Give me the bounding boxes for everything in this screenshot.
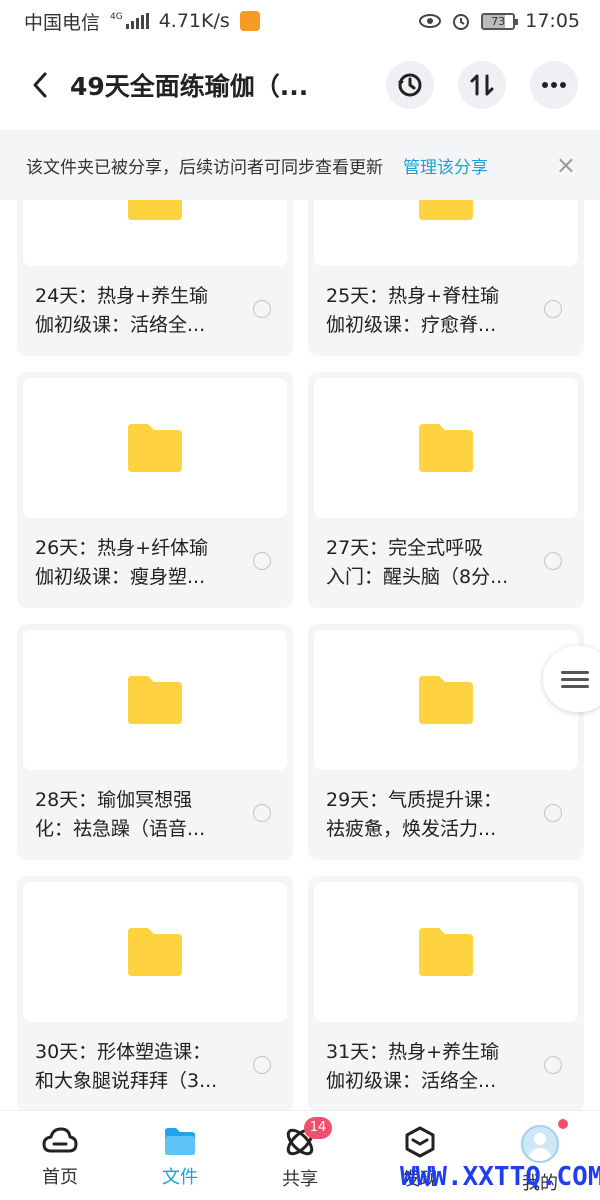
- folder-name: 29天：气质提升课： 祛疲惫，焕发活力...: [326, 789, 503, 840]
- more-icon: [542, 82, 566, 88]
- page-title: 49天全面练瑜伽（...: [70, 72, 309, 101]
- folder-card[interactable]: 27天：完全式呼吸 入门：醒头脑（8分...: [308, 372, 584, 608]
- folder-icon: [165, 1128, 195, 1155]
- folder-name: 25天：热身+脊柱瑜 伽初级课：疗愈脊...: [326, 285, 500, 336]
- manage-share-link[interactable]: 管理该分享: [403, 153, 488, 178]
- side-menu-button[interactable]: [543, 646, 600, 712]
- folder-thumbnail: [23, 630, 287, 770]
- transfer-button[interactable]: [458, 61, 506, 109]
- select-radio[interactable]: [253, 300, 271, 318]
- eye-icon: [419, 14, 442, 28]
- close-icon[interactable]: ×: [556, 151, 576, 179]
- select-radio[interactable]: [253, 804, 271, 822]
- avatar-icon: [521, 1125, 559, 1163]
- transfer-icon: [470, 74, 494, 96]
- nav-files[interactable]: 文件: [120, 1111, 240, 1200]
- folder-icon: [128, 676, 182, 724]
- folder-thumbnail: [314, 630, 578, 770]
- status-bar: 中国电信 4G 4.71K/s 73 17:05: [0, 0, 600, 42]
- folder-grid: 24天：热身+养生瑜 伽初级课：活络全... 25天：热身+脊柱瑜 伽初级课：疗愈脊…: [0, 200, 600, 1110]
- folder-icon: [128, 928, 182, 976]
- alarm-icon: [453, 14, 470, 30]
- app-notification-icon: [239, 11, 260, 31]
- back-arrow-icon: [33, 72, 47, 98]
- notification-dot: [558, 1119, 568, 1129]
- folder-name: 26天：热身+纤体瑜 伽初级课：瘦身塑...: [35, 537, 209, 588]
- signal-icon: 4G: [110, 13, 149, 29]
- nav-share[interactable]: 14 共享: [240, 1111, 360, 1200]
- nav-label: 首页: [42, 1167, 78, 1188]
- more-button[interactable]: [530, 61, 578, 109]
- back-button[interactable]: [22, 67, 58, 103]
- folder-icon: [419, 424, 473, 472]
- hamburger-icon: [561, 667, 589, 692]
- folder-thumbnail: [314, 200, 578, 266]
- notification-badge: 14: [304, 1117, 332, 1139]
- folder-icon: [128, 200, 182, 220]
- folder-icon: [128, 424, 182, 472]
- network-type: 4G: [110, 12, 123, 22]
- select-radio[interactable]: [544, 552, 562, 570]
- folder-name: 28天：瑜伽冥想强 化：祛急躁（语音...: [35, 789, 206, 840]
- select-radio[interactable]: [253, 1056, 271, 1074]
- folder-icon: [419, 676, 473, 724]
- folder-thumbnail: [314, 378, 578, 518]
- history-button[interactable]: [386, 61, 434, 109]
- folder-card[interactable]: 31天：热身+养生瑜 伽初级课：活络全...: [308, 876, 584, 1110]
- folder-card[interactable]: 24天：热身+养生瑜 伽初级课：活络全...: [17, 200, 293, 356]
- network-speed: 4.71K/s: [158, 10, 230, 32]
- share-banner-text: 该文件夹已被分享，后续访问者可同步查看更新: [26, 157, 383, 178]
- folder-icon: [419, 200, 473, 220]
- folder-name: 31天：热身+养生瑜 伽初级课：活络全...: [326, 1041, 500, 1092]
- battery-level: 73: [491, 14, 506, 28]
- folder-name: 24天：热身+养生瑜 伽初级课：活络全...: [35, 285, 209, 336]
- folder-card[interactable]: 26天：热身+纤体瑜 伽初级课：瘦身塑...: [17, 372, 293, 608]
- cloud-icon: [42, 1127, 78, 1153]
- discover-box-icon: [405, 1126, 435, 1158]
- folder-name: 30天：形体塑造课： 和大象腿说拜拜（3...: [35, 1041, 218, 1092]
- folder-card[interactable]: 29天：气质提升课： 祛疲惫，焕发活力...: [308, 624, 584, 860]
- folder-thumbnail: [23, 200, 287, 266]
- folder-thumbnail: [23, 882, 287, 1022]
- folder-card[interactable]: 28天：瑜伽冥想强 化：祛急躁（语音...: [17, 624, 293, 860]
- folder-card[interactable]: 25天：热身+脊柱瑜 伽初级课：疗愈脊...: [308, 200, 584, 356]
- select-radio[interactable]: [544, 804, 562, 822]
- select-radio[interactable]: [253, 552, 271, 570]
- watermark: WWW.XXTTQ.COM: [400, 1162, 600, 1192]
- folder-thumbnail: [23, 378, 287, 518]
- nav-home[interactable]: 首页: [0, 1111, 120, 1200]
- header-bar: 49天全面练瑜伽（...: [0, 42, 600, 128]
- clock: 17:05: [525, 10, 580, 32]
- nav-label: 文件: [162, 1167, 198, 1188]
- history-icon: [398, 73, 422, 97]
- folder-thumbnail: [314, 882, 578, 1022]
- share-banner: 该文件夹已被分享，后续访问者可同步查看更新 管理该分享 ×: [0, 130, 600, 200]
- battery-icon: 73: [481, 12, 519, 30]
- select-radio[interactable]: [544, 300, 562, 318]
- select-radio[interactable]: [544, 1056, 562, 1074]
- folder-card[interactable]: 30天：形体塑造课： 和大象腿说拜拜（3...: [17, 876, 293, 1110]
- carrier-name: 中国电信: [24, 11, 101, 34]
- nav-label: 共享: [282, 1169, 318, 1190]
- folder-name: 27天：完全式呼吸 入门：醒头脑（8分...: [326, 537, 509, 588]
- folder-icon: [419, 928, 473, 976]
